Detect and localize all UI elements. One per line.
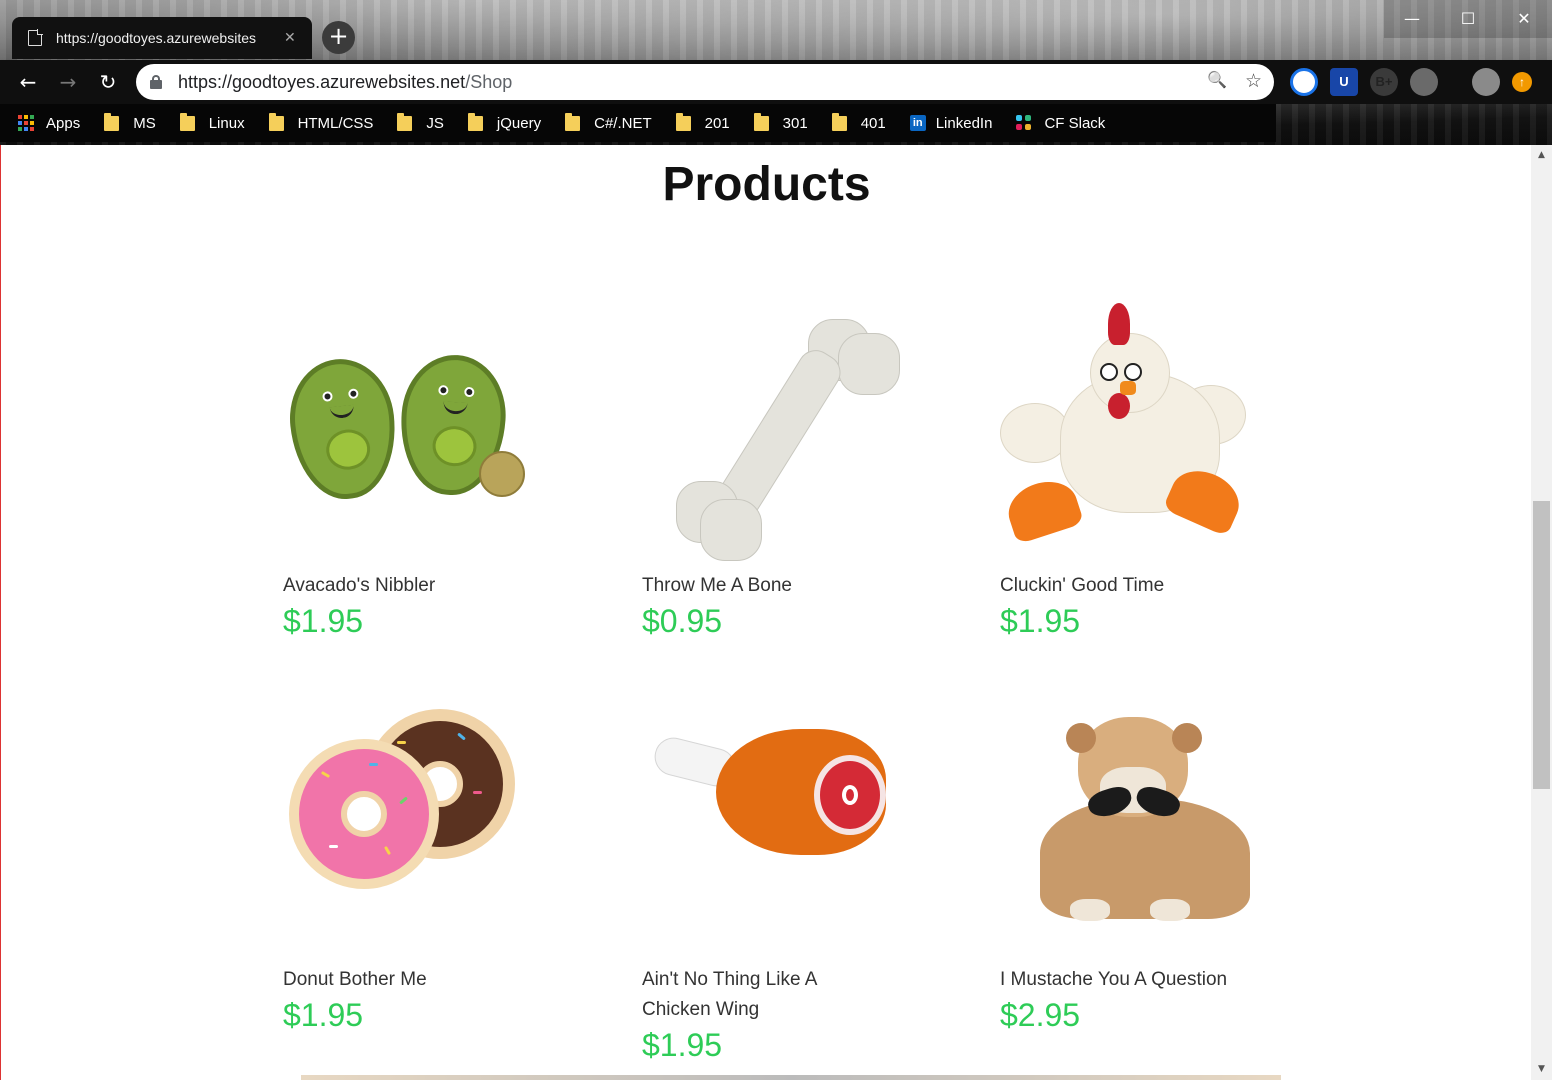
linkedin-icon: in xyxy=(909,115,926,131)
folder-icon xyxy=(753,112,769,131)
avocado-toy-image[interactable] xyxy=(283,303,543,553)
slack-icon xyxy=(1016,115,1032,131)
bookmark-301[interactable]: 301 xyxy=(753,112,808,132)
page-title: Products xyxy=(662,158,871,211)
bookmark-label: MS xyxy=(133,114,156,132)
reload-button[interactable]: ↻ xyxy=(94,68,122,96)
bookmark-csharp-dotnet[interactable]: C#/.NET xyxy=(565,112,652,132)
next-row-image-edge xyxy=(301,1075,1281,1080)
folder-icon xyxy=(104,112,120,131)
bookmark-label: CF Slack xyxy=(1044,114,1106,132)
product-name[interactable]: Throw Me A Bone xyxy=(642,571,942,601)
bookmark-label: 201 xyxy=(704,114,730,132)
back-button[interactable]: ← xyxy=(14,68,42,96)
product-card[interactable]: Donut Bother Me $1.95 xyxy=(283,709,583,1035)
browser-toolbar: ← → ↻ https://goodtoyes.azurewebsites.ne… xyxy=(0,60,1552,104)
product-price: $0.95 xyxy=(642,603,723,639)
bookmark-label: JS xyxy=(426,114,444,132)
address-bar[interactable]: https://goodtoyes.azurewebsites.net/Shop… xyxy=(136,64,1274,100)
reddit-extension-icon[interactable] xyxy=(1410,68,1438,96)
bookmark-apps[interactable]: Apps xyxy=(18,115,80,132)
update-arrow-icon[interactable]: ↑ xyxy=(1512,72,1532,92)
product-name[interactable]: Avacado's Nibbler xyxy=(283,571,583,601)
product-card[interactable]: Cluckin' Good Time $1.95 xyxy=(1000,303,1300,641)
bookmark-label: 401 xyxy=(860,114,886,132)
url-host: https://goodtoyes.azurewebsites.net xyxy=(178,71,466,92)
folder-icon xyxy=(397,112,413,131)
apps-grid-icon xyxy=(18,115,34,131)
bookmark-linkedin[interactable]: in LinkedIn xyxy=(909,114,993,132)
product-card[interactable]: I Mustache You A Question $2.95 xyxy=(1000,709,1300,1035)
profile-avatar-icon[interactable] xyxy=(1472,68,1500,96)
scroll-up-arrow-icon[interactable]: ▲ xyxy=(1531,147,1552,164)
bookmark-401[interactable]: 401 xyxy=(831,112,886,132)
product-price: $1.95 xyxy=(642,1027,723,1063)
product-name[interactable]: Ain't No Thing Like A Chicken Wing xyxy=(642,965,852,1025)
bookmark-label: LinkedIn xyxy=(935,114,993,132)
bookmark-label: HTML/CSS xyxy=(297,114,374,132)
bone-toy-image[interactable] xyxy=(642,303,902,561)
product-price: $1.95 xyxy=(283,603,364,639)
forward-button[interactable]: → xyxy=(54,68,82,96)
url-path: /Shop xyxy=(465,71,513,92)
page-viewport: Products Avacado's Nibbler $1.95 Throw M… xyxy=(0,145,1531,1080)
page-icon xyxy=(28,29,43,46)
window-controls: — ☐ ✕ xyxy=(1384,0,1552,38)
scroll-thumb[interactable] xyxy=(1533,501,1550,789)
product-price: $2.95 xyxy=(1000,997,1081,1033)
product-name[interactable]: Cluckin' Good Time xyxy=(1000,571,1300,601)
donut-toy-image[interactable] xyxy=(283,709,543,959)
new-tab-button[interactable]: + xyxy=(322,21,355,54)
bookmark-label: 301 xyxy=(782,114,808,132)
product-price: $1.95 xyxy=(283,997,364,1033)
drumstick-toy-image[interactable] xyxy=(642,709,902,959)
maximize-button[interactable]: ☐ xyxy=(1440,0,1496,38)
folder-icon xyxy=(179,112,195,131)
minimize-button[interactable]: — xyxy=(1384,0,1440,38)
bookmark-linux[interactable]: Linux xyxy=(179,112,245,132)
product-price: $1.95 xyxy=(1000,603,1081,639)
bookmark-star-icon[interactable]: ☆ xyxy=(1245,70,1262,92)
bookmarks-bar: Apps MS Linux HTML/CSS JS jQuery C#/.NET… xyxy=(0,104,1276,142)
bookmark-html-css[interactable]: HTML/CSS xyxy=(268,112,374,132)
tab-close-icon[interactable]: ✕ xyxy=(284,30,296,46)
extension-bar: U B+ ↑ xyxy=(1290,68,1532,96)
bulldog-mustache-image[interactable] xyxy=(1000,709,1260,959)
product-card[interactable]: Throw Me A Bone $0.95 xyxy=(642,303,942,641)
bplus-extension-icon[interactable]: B+ xyxy=(1370,68,1398,96)
scroll-down-arrow-icon[interactable]: ▼ xyxy=(1531,1061,1552,1078)
bookmark-ms[interactable]: MS xyxy=(104,112,156,132)
bookmark-label: C#/.NET xyxy=(594,114,652,132)
product-name[interactable]: Donut Bother Me xyxy=(283,965,583,995)
ublock-extension-icon[interactable]: U xyxy=(1330,68,1358,96)
url-text[interactable]: https://goodtoyes.azurewebsites.net/Shop xyxy=(178,72,512,93)
close-window-button[interactable]: ✕ xyxy=(1496,0,1552,38)
folder-icon xyxy=(675,112,691,131)
vertical-scrollbar[interactable]: ▲ ▼ xyxy=(1531,145,1552,1080)
active-tab[interactable]: https://goodtoyes.azurewebsites ✕ xyxy=(12,17,312,59)
omnibox-actions: 🔍 ☆ xyxy=(1207,70,1262,92)
bookmark-js[interactable]: JS xyxy=(397,112,444,132)
magnifier-extension-icon[interactable] xyxy=(1290,68,1318,96)
folder-icon xyxy=(268,112,284,131)
bookmark-label: jQuery xyxy=(496,114,542,132)
lock-icon[interactable] xyxy=(150,75,162,89)
product-card[interactable]: Avacado's Nibbler $1.95 xyxy=(283,303,583,641)
product-name[interactable]: I Mustache You A Question xyxy=(1000,965,1300,995)
chicken-toy-image[interactable] xyxy=(1000,303,1260,553)
bookmark-label: Linux xyxy=(208,114,245,132)
bookmark-jquery[interactable]: jQuery xyxy=(467,112,542,132)
zoom-icon[interactable]: 🔍 xyxy=(1207,70,1227,92)
bookmark-201[interactable]: 201 xyxy=(675,112,730,132)
folder-icon xyxy=(831,112,847,131)
folder-icon xyxy=(565,112,581,131)
product-card[interactable]: Ain't No Thing Like A Chicken Wing $1.95 xyxy=(642,709,942,1065)
bookmark-cf-slack[interactable]: CF Slack xyxy=(1016,115,1105,132)
folder-icon xyxy=(467,112,483,131)
browser-chrome: https://goodtoyes.azurewebsites ✕ + — ☐ … xyxy=(0,0,1552,145)
tab-title: https://goodtoyes.azurewebsites xyxy=(56,30,257,46)
bookmark-label: Apps xyxy=(46,114,81,132)
